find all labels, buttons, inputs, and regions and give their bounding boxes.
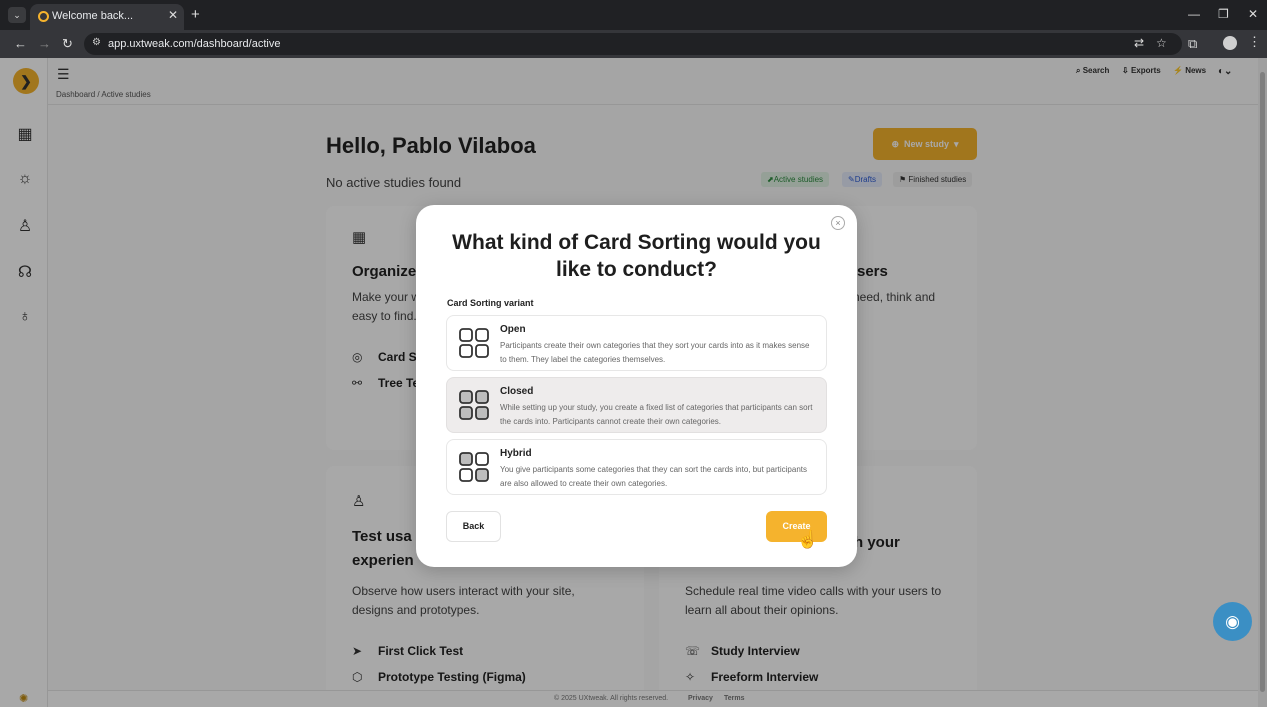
profile-avatar[interactable] bbox=[1223, 36, 1237, 50]
bookmark-star-icon[interactable]: ☆ bbox=[1156, 36, 1167, 50]
hybrid-grid-icon bbox=[459, 452, 489, 482]
option-open[interactable]: Open Participants create their own categ… bbox=[446, 315, 827, 371]
forward-arrow-icon[interactable]: → bbox=[38, 36, 51, 51]
back-button[interactable]: Back bbox=[446, 511, 501, 542]
restore-icon[interactable]: ❐ bbox=[1218, 7, 1229, 21]
tab-close-icon[interactable]: ✕ bbox=[168, 8, 178, 22]
browser-tab[interactable]: Welcome back... ✕ bbox=[30, 4, 184, 30]
card-sorting-variant-modal: × What kind of Card Sorting would you li… bbox=[416, 205, 857, 567]
browser-titlebar: ⌄ Welcome back... ✕ + — ❐ ✕ bbox=[0, 0, 1267, 30]
minimize-icon[interactable]: — bbox=[1188, 7, 1200, 21]
hand-cursor-icon: ☝ bbox=[797, 530, 819, 549]
open-grid-icon bbox=[459, 328, 489, 358]
window-close-icon[interactable]: ✕ bbox=[1248, 7, 1258, 21]
reload-icon[interactable]: ↻ bbox=[62, 36, 73, 52]
option-title: Hybrid bbox=[500, 448, 532, 459]
back-arrow-icon[interactable]: ← bbox=[14, 36, 27, 51]
browser-toolbar: ← → ↻ ⚙ app.uxtweak.com/dashboard/active… bbox=[0, 30, 1267, 58]
chat-icon[interactable]: ◉ bbox=[1213, 602, 1252, 641]
option-desc: Participants create their own categories… bbox=[500, 341, 810, 364]
option-desc: You give participants some categories th… bbox=[500, 465, 807, 488]
option-closed[interactable]: Closed While setting up your study, you … bbox=[446, 377, 827, 433]
url-text: app.uxtweak.com/dashboard/active bbox=[108, 38, 281, 50]
browser-menu-icon[interactable]: ⋮ bbox=[1248, 34, 1261, 50]
option-title: Open bbox=[500, 324, 526, 335]
option-desc: While setting up your study, you create … bbox=[500, 403, 813, 426]
tab-title: Welcome back... bbox=[52, 10, 134, 22]
variant-label: Card Sorting variant bbox=[447, 298, 534, 308]
option-hybrid[interactable]: Hybrid You give participants some catego… bbox=[446, 439, 827, 495]
address-bar[interactable]: ⚙ app.uxtweak.com/dashboard/active ⇄ ☆ bbox=[84, 33, 1182, 55]
closed-grid-icon bbox=[459, 390, 489, 420]
translate-icon[interactable]: ⇄ bbox=[1134, 36, 1144, 50]
new-tab-icon[interactable]: + bbox=[191, 6, 200, 23]
option-title: Closed bbox=[500, 386, 534, 397]
site-info-icon[interactable]: ⚙ bbox=[92, 37, 101, 48]
close-icon[interactable]: × bbox=[831, 216, 845, 230]
modal-title: What kind of Card Sorting would you like… bbox=[452, 231, 821, 281]
uxtweak-favicon-icon bbox=[38, 11, 49, 22]
tab-list-button[interactable]: ⌄ bbox=[8, 7, 26, 23]
extensions-icon[interactable]: ⧉ bbox=[1188, 36, 1197, 52]
